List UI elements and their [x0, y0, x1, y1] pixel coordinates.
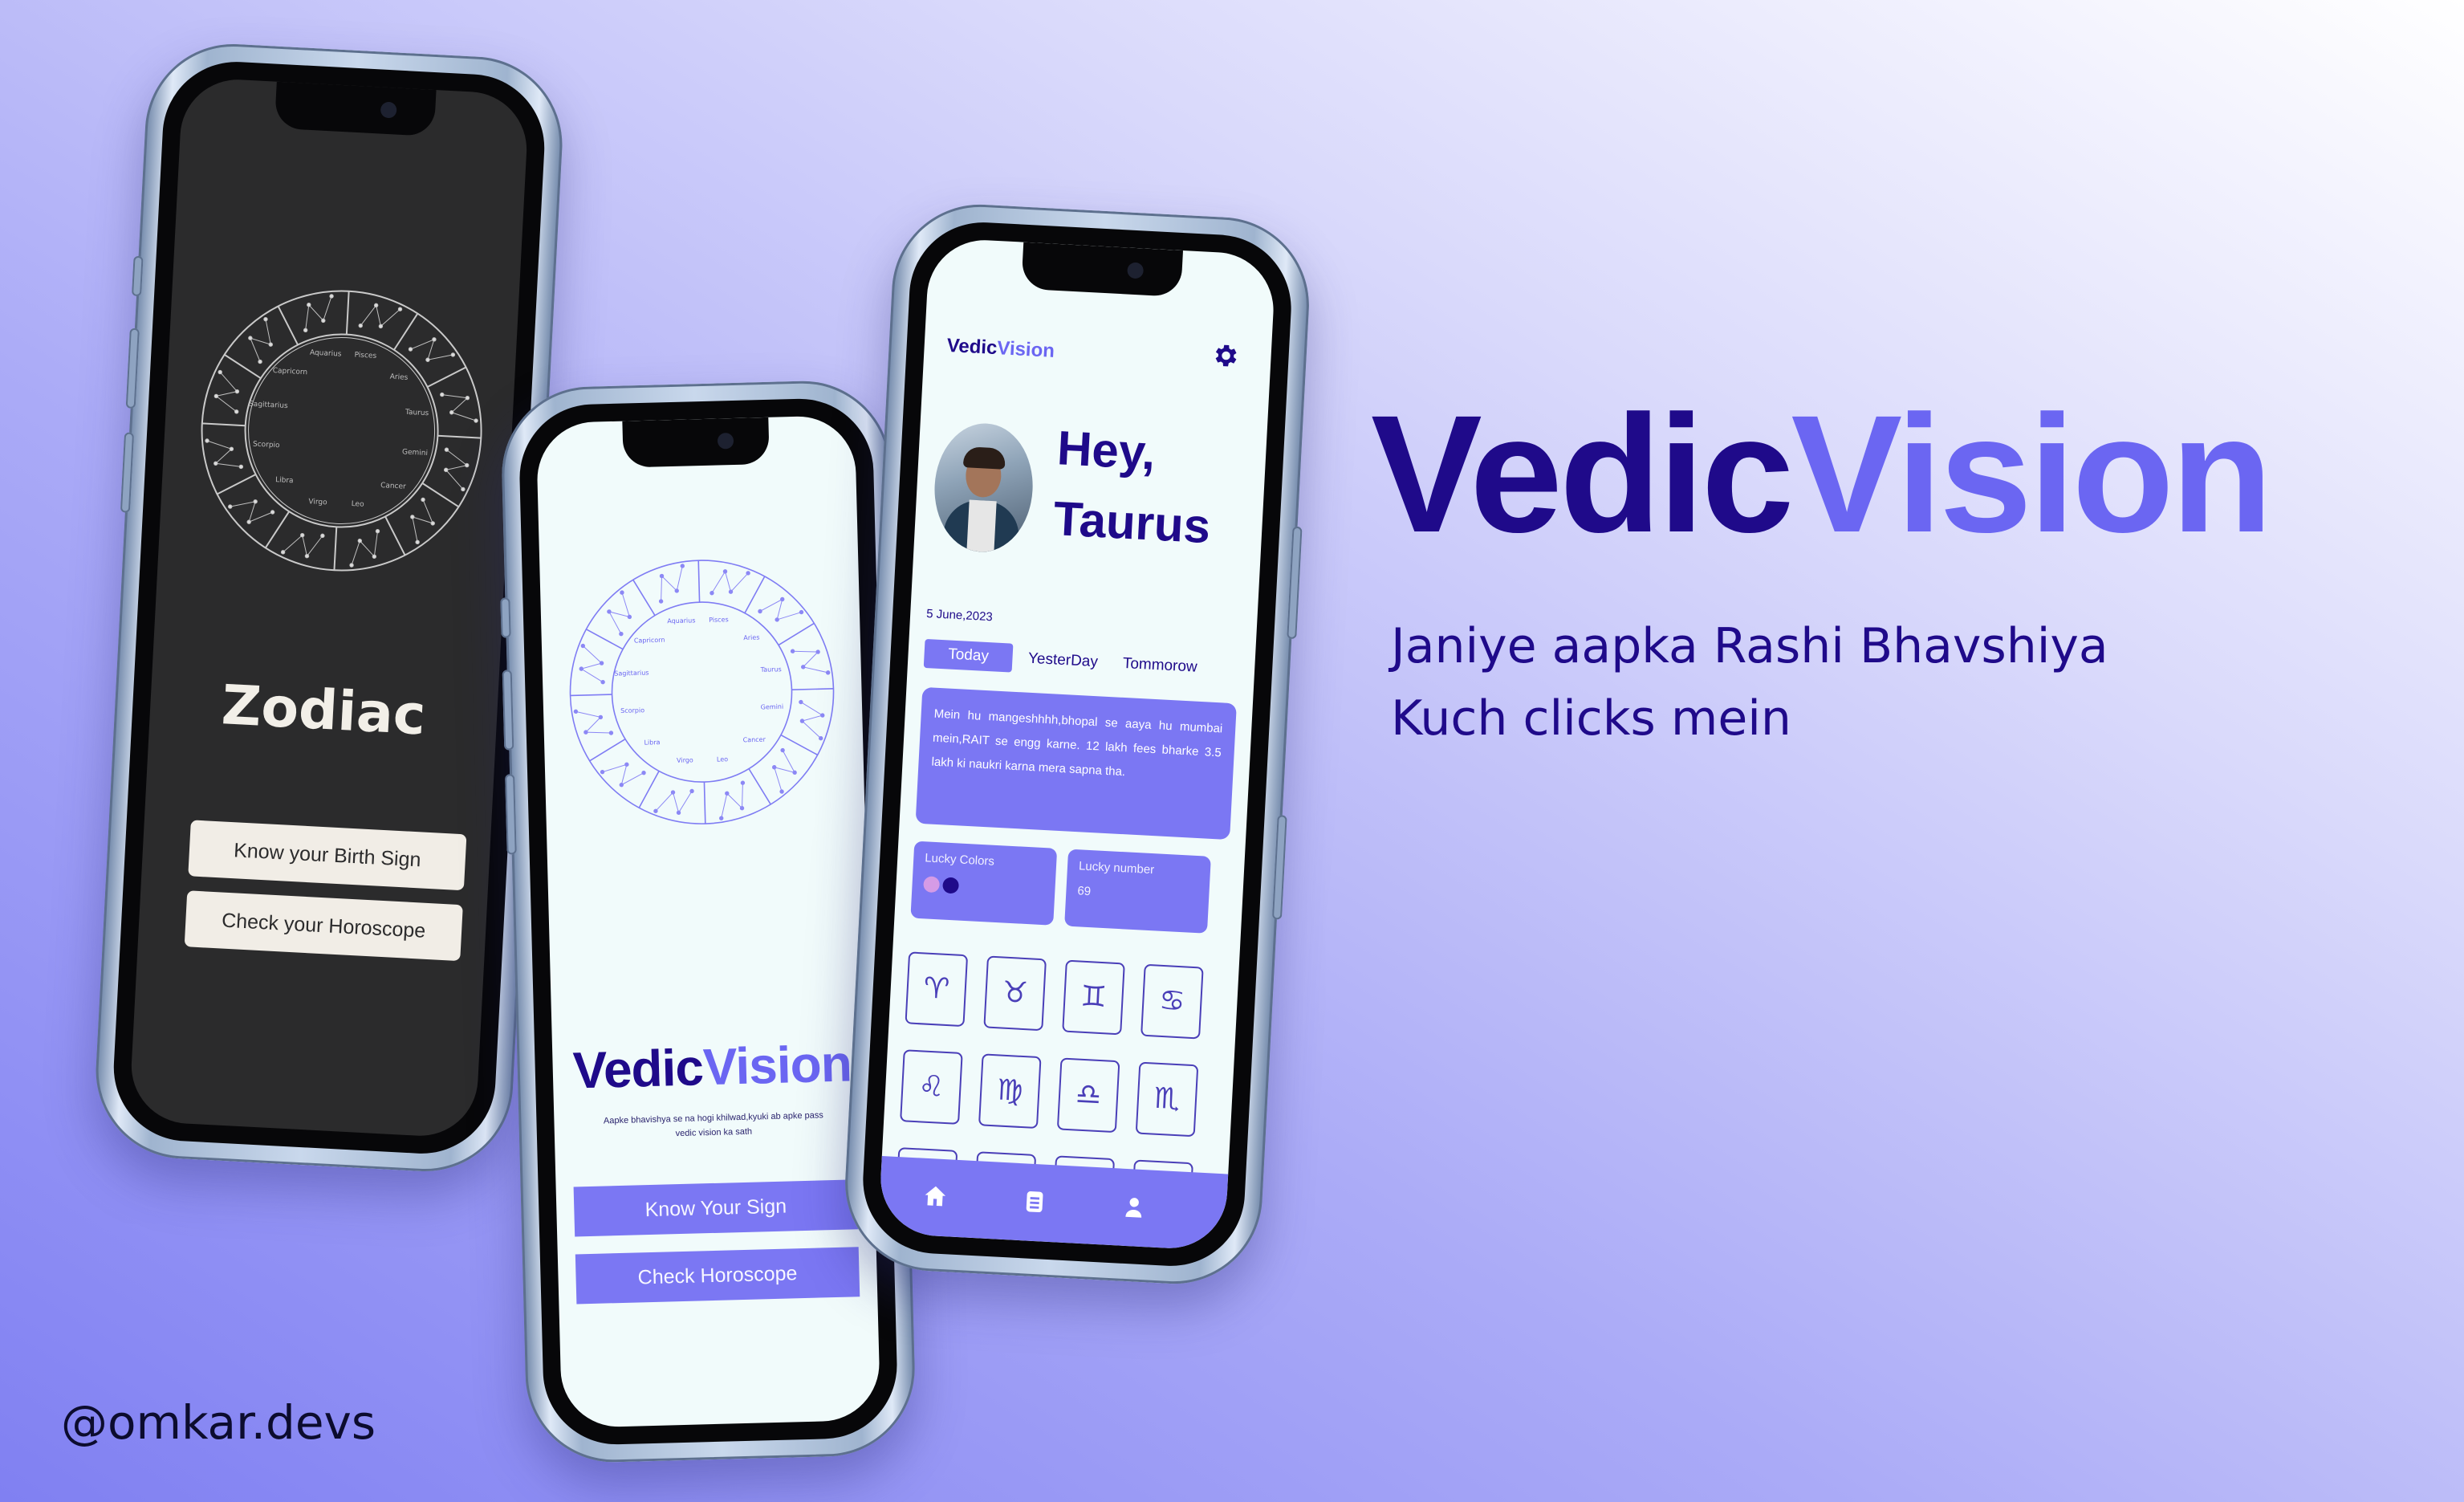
- svg-text:Sagittarius: Sagittarius: [249, 401, 288, 411]
- author-handle: @omkar.devs: [61, 1395, 376, 1450]
- svg-text:Taurus: Taurus: [760, 666, 782, 674]
- tab-tomorrow[interactable]: Tommorow: [1111, 649, 1209, 682]
- lucky-colors-card: Lucky Colors: [910, 841, 1058, 926]
- document-icon[interactable]: [1020, 1187, 1049, 1216]
- svg-text:Scorpio: Scorpio: [253, 441, 281, 450]
- side-button: [502, 670, 514, 751]
- app-brand: VedicVision: [946, 335, 1055, 363]
- svg-text:Aries: Aries: [743, 634, 759, 642]
- zodiac-sign-tile[interactable]: ♊: [1062, 959, 1125, 1036]
- zodiac-sign-grid: ♈♉♊♋♌♍♎♏♐♑♒♓: [894, 951, 1218, 1235]
- side-button: [505, 774, 517, 855]
- profile-icon[interactable]: [1120, 1193, 1149, 1222]
- svg-text:Cancer: Cancer: [743, 736, 766, 744]
- notch: [621, 417, 770, 468]
- svg-text:Pisces: Pisces: [354, 351, 376, 360]
- tagline-line2: Kuch clicks mein: [1391, 690, 1791, 747]
- welcome-brand-part2: Vision: [701, 1034, 852, 1097]
- tab-yesterday[interactable]: YesterDay: [1019, 644, 1108, 678]
- horoscope-text: Mein hu mangeshhhh,bhopal se aaya hu mum…: [915, 686, 1237, 841]
- know-birth-sign-button[interactable]: Know your Birth Sign: [188, 820, 467, 891]
- side-button: [125, 328, 140, 409]
- zodiac-screen: Pisces Aries Taurus Gemini Cancer Leo Virgo Lib…: [128, 76, 530, 1139]
- hero-brand: VedicVision: [1371, 379, 2273, 571]
- tagline-line1: Janiye aapka Rashi Bhavshiya: [1391, 618, 2108, 674]
- svg-text:Gemini: Gemini: [402, 448, 428, 458]
- svg-text:Libra: Libra: [644, 739, 660, 747]
- know-your-sign-button[interactable]: Know Your Sign: [573, 1179, 859, 1237]
- svg-text:Aquarius: Aquarius: [310, 349, 342, 359]
- welcome-screen: Pisces Aries Taurus Gemini Cancer Leo Virgo Lib…: [535, 415, 881, 1428]
- zodiac-wheel-icon: Pisces Aries Taurus Gemini Cancer Leo Virgo Lib…: [201, 290, 482, 572]
- svg-text:Leo: Leo: [717, 755, 728, 763]
- zodiac-sign-tile[interactable]: ♍: [978, 1053, 1042, 1130]
- check-horoscope-button[interactable]: Check Horoscope: [575, 1247, 860, 1305]
- settings-gear-icon[interactable]: [1211, 340, 1242, 371]
- zodiac-sign-tile[interactable]: ♉: [983, 955, 1047, 1032]
- hero-brand-part2: Vision: [1791, 381, 2272, 568]
- phone-zodiac: Pisces Aries Taurus Gemini Cancer Leo Virgo Lib…: [91, 39, 567, 1176]
- zodiac-title: Zodiac: [220, 674, 428, 748]
- app-brand-part2: Vision: [996, 337, 1055, 362]
- home-icon[interactable]: [921, 1182, 949, 1211]
- svg-text:Aquarius: Aquarius: [667, 617, 695, 625]
- svg-text:Libra: Libra: [275, 476, 294, 485]
- lucky-number-card: Lucky number 69: [1064, 849, 1211, 934]
- notch: [1021, 242, 1183, 297]
- lucky-number-label: Lucky number: [1078, 859, 1155, 877]
- side-button: [131, 255, 144, 297]
- side-button: [1271, 815, 1287, 920]
- phone-dashboard: VedicVision Hey, Taurus 5 June,2023 Toda…: [840, 200, 1314, 1288]
- svg-text:Capricorn: Capricorn: [272, 367, 307, 377]
- lucky-number-value: 69: [1076, 884, 1092, 899]
- zodiac-wheel-icon: Pisces Aries Taurus Gemini Cancer Leo Virgo Lib…: [569, 560, 835, 824]
- greeting-line2: Taurus: [1051, 491, 1212, 554]
- svg-text:Gemini: Gemini: [761, 703, 784, 711]
- greeting: Hey, Taurus: [1051, 413, 1216, 562]
- svg-text:Aries: Aries: [389, 373, 408, 382]
- zodiac-sign-tile[interactable]: ♋: [1141, 963, 1204, 1040]
- side-button: [500, 597, 511, 638]
- svg-text:Pisces: Pisces: [709, 616, 729, 624]
- lucky-colors-label: Lucky Colors: [924, 851, 995, 869]
- phone-welcome: Pisces Aries Taurus Gemini Cancer Leo Virgo Lib…: [499, 378, 917, 1465]
- welcome-brand-part1: Vedic: [571, 1038, 704, 1100]
- hero-brand-part1: Vedic: [1371, 381, 1794, 568]
- side-button: [120, 432, 135, 513]
- svg-text:Scorpio: Scorpio: [620, 706, 644, 714]
- notch: [274, 81, 437, 137]
- svg-text:Leo: Leo: [351, 500, 364, 509]
- avatar[interactable]: [931, 421, 1036, 555]
- welcome-tagline: Aapke bhavishya se na hogi khilwad,kyuki…: [594, 1108, 833, 1143]
- svg-text:Capricorn: Capricorn: [634, 637, 665, 645]
- lucky-color-swatch: [923, 876, 941, 893]
- svg-text:Virgo: Virgo: [308, 498, 327, 507]
- current-date: 5 June,2023: [925, 606, 994, 625]
- lucky-color-swatch: [942, 877, 960, 894]
- zodiac-sign-tile[interactable]: ♎: [1056, 1057, 1120, 1134]
- zodiac-sign-tile[interactable]: ♈: [905, 951, 969, 1028]
- check-horoscope-button[interactable]: Check your Horoscope: [184, 890, 463, 962]
- svg-text:Cancer: Cancer: [380, 482, 406, 491]
- power-button: [1287, 526, 1303, 640]
- svg-text:Virgo: Virgo: [677, 756, 693, 764]
- zodiac-sign-tile[interactable]: ♏: [1135, 1061, 1199, 1138]
- welcome-brand: VedicVision: [552, 1033, 872, 1101]
- tab-today[interactable]: Today: [923, 638, 1014, 673]
- svg-text:Taurus: Taurus: [405, 409, 429, 418]
- zodiac-sign-tile[interactable]: ♌: [900, 1049, 963, 1125]
- dashboard-screen: VedicVision Hey, Taurus 5 June,2023 Toda…: [877, 237, 1277, 1252]
- greeting-line1: Hey,: [1055, 421, 1157, 480]
- svg-text:Sagittarius: Sagittarius: [614, 670, 649, 678]
- app-brand-part1: Vedic: [946, 334, 998, 360]
